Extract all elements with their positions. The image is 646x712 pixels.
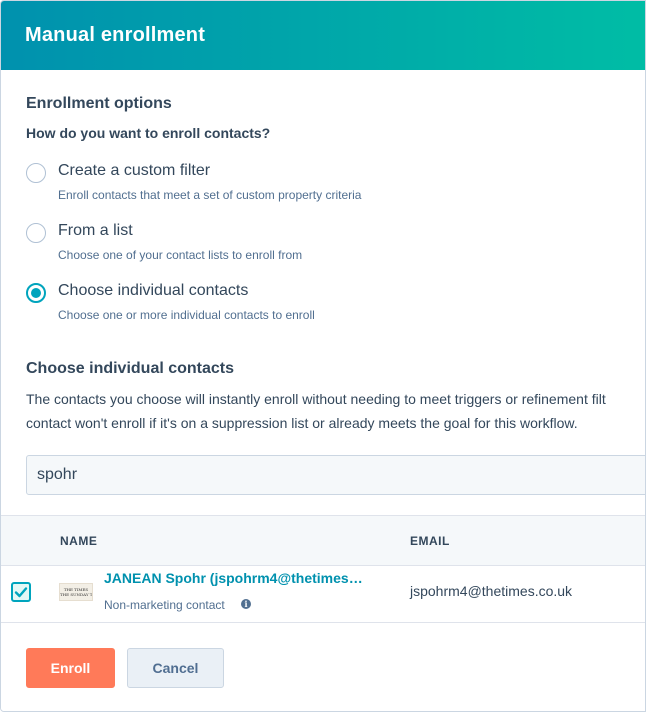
option-help: Enroll contacts that meet a set of custo…: [58, 188, 362, 202]
panel-header: Manual enrollment: [1, 1, 645, 70]
contact-search-input[interactable]: [26, 455, 645, 495]
individual-contacts-heading: Choose individual contacts: [26, 360, 235, 377]
option-custom-filter[interactable]: Create a custom filter Enroll contacts t…: [26, 162, 586, 212]
option-label: Choose individual contacts: [58, 282, 249, 299]
contact-name-link[interactable]: JANEAN Spohr (jspohrm4@thetimes.co.uk): [104, 570, 366, 586]
individual-contacts-description: The contacts you choose will instantly e…: [26, 387, 645, 435]
logo-text: THE SUNDAY TIMES: [60, 592, 92, 597]
table-row: THE TIMES THE SUNDAY TIMES JANEAN Spohr …: [1, 566, 645, 623]
option-from-list[interactable]: From a list Choose one of your contact l…: [26, 222, 586, 272]
checkmark-icon: [14, 587, 28, 598]
row-checkbox[interactable]: [11, 582, 31, 602]
enroll-question: How do you want to enroll contacts?: [26, 125, 271, 141]
radio-from-list[interactable]: [26, 223, 46, 243]
radio-custom-filter[interactable]: [26, 163, 46, 183]
option-help: Choose one of your contact lists to enro…: [58, 248, 303, 262]
option-label: From a list: [58, 222, 133, 239]
company-logo: THE TIMES THE SUNDAY TIMES: [59, 583, 93, 601]
panel-footer: Enroll Cancel: [1, 623, 645, 711]
option-individual-contacts[interactable]: Choose individual contacts Choose one or…: [26, 282, 586, 332]
table-header: NAME EMAIL: [1, 515, 645, 566]
contact-email: jspohrm4@thetimes.co.uk: [410, 583, 573, 599]
description-line: The contacts you choose will instantly e…: [26, 391, 606, 407]
contact-type: Non-marketing contact: [104, 598, 225, 612]
column-header-email[interactable]: EMAIL: [410, 534, 450, 548]
option-help: Choose one or more individual contacts t…: [58, 308, 315, 322]
option-label: Create a custom filter: [58, 162, 211, 179]
cancel-button[interactable]: Cancel: [127, 648, 224, 688]
info-icon[interactable]: i: [241, 599, 251, 609]
radio-individual-contacts[interactable]: [26, 283, 46, 303]
description-line: contact won't enroll if it's on a suppre…: [26, 415, 578, 431]
manual-enrollment-panel: Manual enrollment Enrollment options How…: [0, 0, 646, 712]
enrollment-options-heading: Enrollment options: [26, 95, 172, 112]
enroll-button[interactable]: Enroll: [26, 648, 115, 688]
column-header-name[interactable]: NAME: [60, 534, 97, 548]
panel-title: Manual enrollment: [25, 24, 206, 46]
